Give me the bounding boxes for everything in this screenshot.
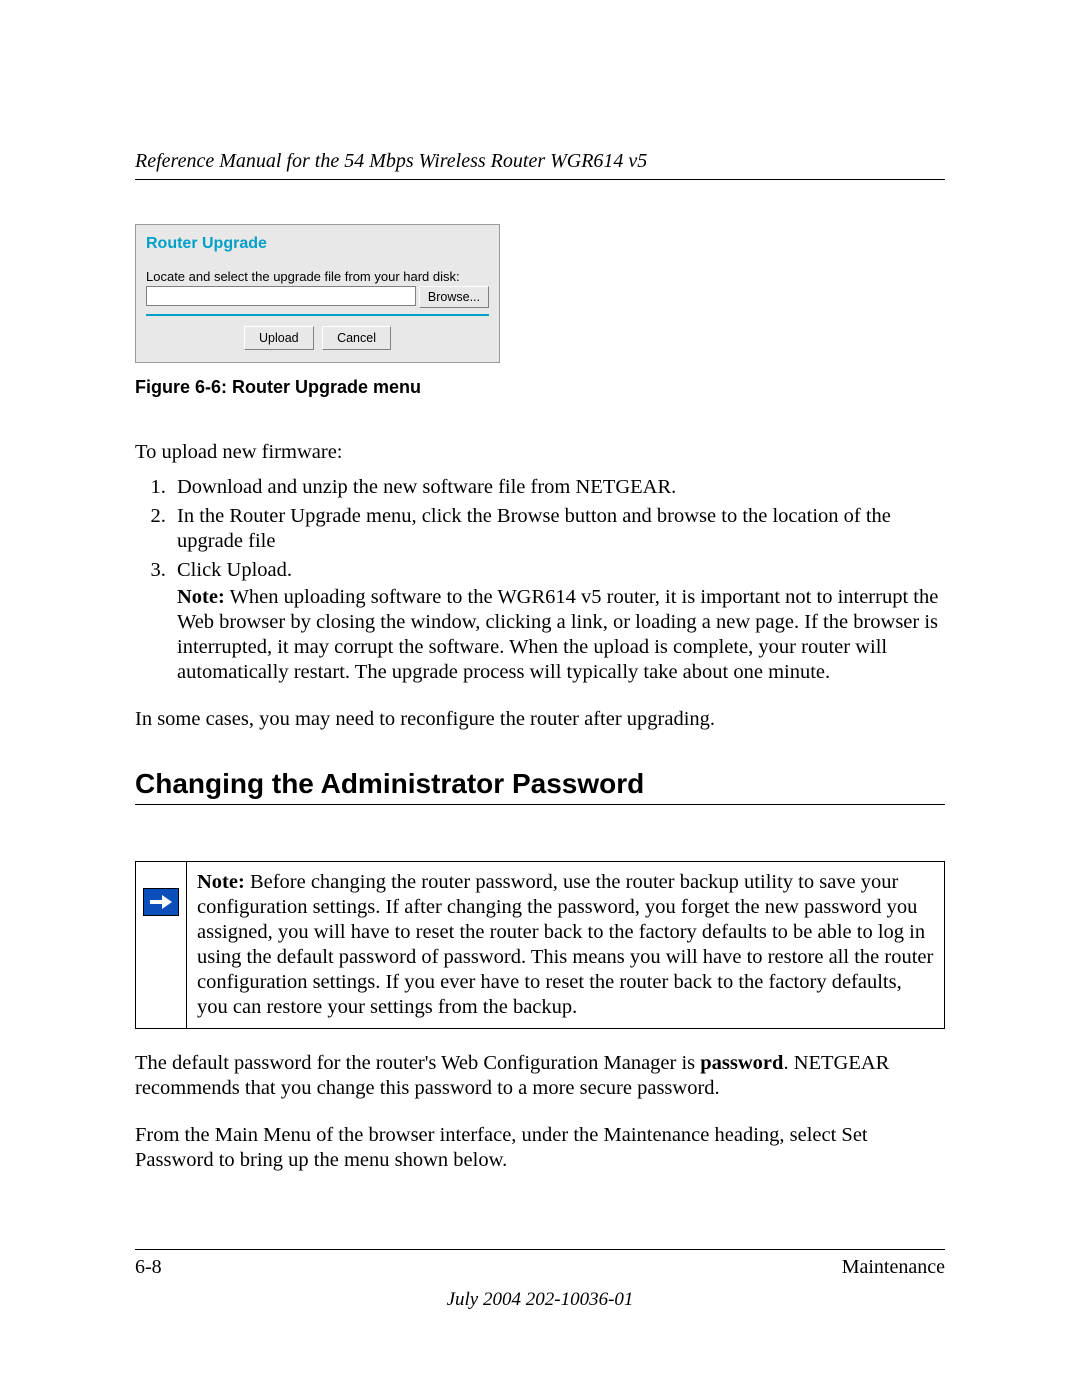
note-box: Note: Before changing the router passwor… <box>135 861 945 1029</box>
upload-button[interactable]: Upload <box>244 326 314 350</box>
post-list-paragraph: In some cases, you may need to reconfigu… <box>135 707 945 732</box>
step-3-note: Note: When uploading software to the WGR… <box>177 585 945 685</box>
note-icon-cell <box>136 862 187 1029</box>
footer-section: Maintenance <box>842 1256 945 1279</box>
footer-rule <box>135 1249 945 1250</box>
intro-text: To upload new firmware: <box>135 440 945 465</box>
default-password-paragraph: The default password for the router's We… <box>135 1051 945 1101</box>
footer-date-line: July 2004 202-10036-01 <box>135 1289 945 1311</box>
page-number: 6-8 <box>135 1256 162 1279</box>
steps-list: Download and unzip the new software file… <box>135 475 945 685</box>
step-3: Click Upload. Note: When uploading softw… <box>171 558 945 685</box>
last-paragraph: From the Main Menu of the browser interf… <box>135 1123 945 1173</box>
step-1: Download and unzip the new software file… <box>171 475 945 500</box>
step-3-text: Click Upload. <box>177 559 292 581</box>
note-label: Note: <box>177 586 225 608</box>
browse-button[interactable]: Browse... <box>419 286 489 308</box>
screenshot-title: Router Upgrade <box>146 235 489 253</box>
screenshot-instruction: Locate and select the upgrade file from … <box>146 269 489 284</box>
screenshot-divider <box>146 314 489 316</box>
cancel-button[interactable]: Cancel <box>322 326 391 350</box>
note-body: When uploading software to the WGR614 v5… <box>177 586 938 683</box>
pw-para-bold: password <box>700 1052 783 1074</box>
section-rule <box>135 804 945 805</box>
note-text-cell: Note: Before changing the router passwor… <box>187 862 945 1029</box>
step-2: In the Router Upgrade menu, click the Br… <box>171 504 945 554</box>
note-box-body: Before changing the router password, use… <box>197 871 933 1018</box>
pw-para-pre: The default password for the router's We… <box>135 1052 700 1074</box>
router-upgrade-screenshot: Router Upgrade Locate and select the upg… <box>135 224 500 363</box>
figure-caption: Figure 6-6: Router Upgrade menu <box>135 377 945 398</box>
note-box-label: Note: <box>197 871 245 893</box>
running-header: Reference Manual for the 54 Mbps Wireles… <box>135 150 945 173</box>
arrow-right-icon <box>143 888 179 916</box>
section-heading: Changing the Administrator Password <box>135 768 945 800</box>
upgrade-file-input[interactable] <box>146 286 416 306</box>
header-rule <box>135 179 945 180</box>
page-footer: 6-8 Maintenance July 2004 202-10036-01 <box>135 1249 945 1311</box>
